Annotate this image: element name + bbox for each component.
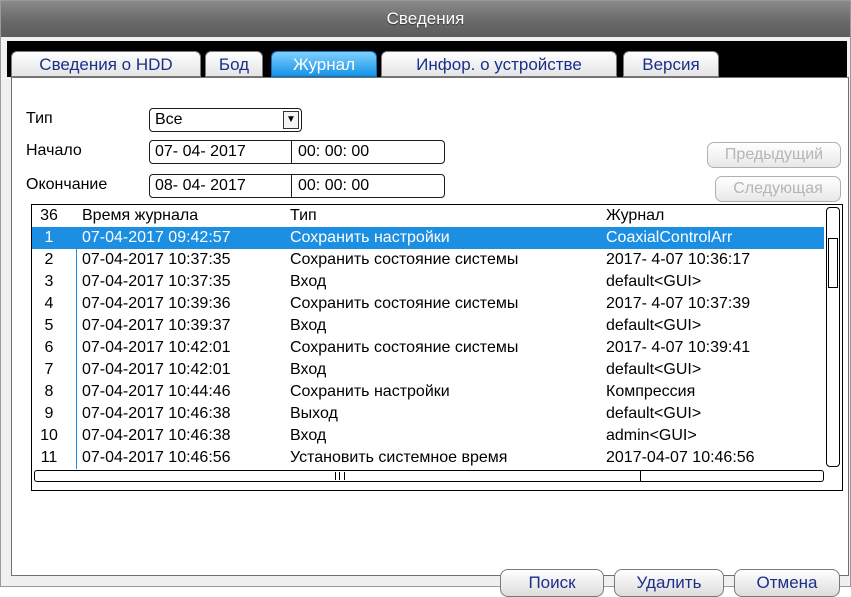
row-time: 07-04-2017 10:39:36 bbox=[82, 295, 231, 312]
type-label: Тип bbox=[26, 110, 53, 127]
end-datetime-field: 08- 04- 2017 00: 00: 00 bbox=[149, 174, 445, 198]
table-row[interactable]: 10 07-04-2017 10:46:38 Вход admin<GUI> bbox=[32, 425, 824, 447]
vertical-scrollbar[interactable] bbox=[826, 207, 840, 467]
row-log: 2017- 4-07 10:39:41 bbox=[606, 339, 751, 356]
field-divider bbox=[291, 175, 292, 197]
row-log: Компрессия bbox=[606, 383, 696, 400]
table-row[interactable]: 4 07-04-2017 10:39:36 Сохранить состояние … bbox=[32, 293, 824, 315]
row-type: Сохранить состояние системы bbox=[290, 339, 519, 356]
row-log: default<GUI> bbox=[606, 361, 702, 378]
start-date-input[interactable]: 07- 04- 2017 bbox=[155, 143, 246, 160]
row-time: 07-04-2017 09:42:57 bbox=[82, 229, 231, 246]
row-number: 9 bbox=[44, 405, 54, 422]
row-number: 1 bbox=[44, 229, 54, 246]
table-row[interactable]: 6 07-04-2017 10:42:01 Сохранить состояние … bbox=[32, 337, 824, 359]
search-button[interactable]: Поиск bbox=[500, 569, 604, 597]
row-log: CoaxialControlArr bbox=[606, 229, 733, 246]
previous-button[interactable]: Предыдущий bbox=[707, 142, 841, 168]
row-number: 11 bbox=[40, 449, 58, 466]
tab-device-info[interactable]: Инфор. о устройстве bbox=[381, 51, 617, 77]
row-number: 3 bbox=[44, 273, 54, 290]
table-row[interactable]: 11 07-04-2017 10:46:56 Установить системно… bbox=[32, 447, 824, 469]
row-log: 2017-04-07 10:46:56 bbox=[606, 449, 755, 466]
row-type: Сохранить состояние системы bbox=[290, 295, 519, 312]
field-divider bbox=[291, 141, 292, 163]
tab-log[interactable]: Журнал bbox=[271, 51, 377, 77]
table-row[interactable]: 8 07-04-2017 10:44:46 Сохранить настройки К… bbox=[32, 381, 824, 403]
row-time: 07-04-2017 10:46:38 bbox=[82, 405, 231, 422]
table-row[interactable]: 9 07-04-2017 10:46:38 Выход default<GUI> bbox=[32, 403, 824, 425]
log-table: 36 Время журнала Тип Журнал 1 07-04-2017 … bbox=[31, 204, 843, 491]
start-label: Начало bbox=[26, 142, 82, 159]
column-divider bbox=[76, 227, 77, 469]
row-number: 10 bbox=[40, 427, 58, 444]
row-type: Вход bbox=[290, 273, 327, 290]
row-type: Сохранить настройки bbox=[290, 383, 450, 400]
row-type: Установить системное время bbox=[290, 449, 508, 466]
row-type: Вход bbox=[290, 361, 327, 378]
row-number: 2 bbox=[44, 251, 54, 268]
row-number: 8 bbox=[44, 383, 54, 400]
tab-baud[interactable]: Бод bbox=[205, 51, 263, 77]
start-time-input[interactable]: 00: 00: 00 bbox=[298, 141, 369, 163]
table-row[interactable]: 2 07-04-2017 10:37:35 Сохранить состояние … bbox=[32, 249, 824, 271]
horizontal-scrollbar[interactable] bbox=[34, 470, 824, 482]
row-time: 07-04-2017 10:46:38 bbox=[82, 427, 231, 444]
row-log: default<GUI> bbox=[606, 405, 702, 422]
tab-hdd-info[interactable]: Сведения о HDD bbox=[11, 51, 201, 77]
row-number: 7 bbox=[44, 361, 54, 378]
row-number: 6 bbox=[44, 339, 54, 356]
column-header-type: Тип bbox=[290, 207, 317, 224]
tab-version[interactable]: Версия bbox=[623, 51, 719, 77]
row-number: 5 bbox=[44, 317, 54, 334]
tab-bar: Сведения о HDD Бод Журнал Инфор. о устро… bbox=[7, 41, 847, 77]
row-time: 07-04-2017 10:39:37 bbox=[82, 317, 231, 334]
type-select[interactable]: Все ▼ bbox=[149, 108, 302, 132]
row-log: default<GUI> bbox=[606, 317, 702, 334]
vertical-scroll-thumb[interactable] bbox=[828, 238, 838, 288]
row-log: 2017- 4-07 10:37:39 bbox=[606, 295, 751, 312]
next-button[interactable]: Следующая bbox=[715, 176, 841, 202]
cancel-button[interactable]: Отмена bbox=[734, 569, 840, 597]
table-row[interactable]: 3 07-04-2017 10:37:35 Вход default<GUI> bbox=[32, 271, 824, 293]
table-row[interactable]: 1 07-04-2017 09:42:57 Сохранить настройки C… bbox=[32, 227, 824, 249]
window-title: Сведения bbox=[1, 1, 850, 37]
log-panel: Тип Все ▼ Начало 07- 04- 2017 00: 00: 00… bbox=[11, 77, 849, 597]
row-time: 07-04-2017 10:42:01 bbox=[82, 339, 231, 356]
row-type: Вход bbox=[290, 317, 327, 334]
info-window: Сведения Сведения о HDD Бод Журнал Инфор… bbox=[0, 0, 851, 597]
table-header: 36 Время журнала Тип Журнал bbox=[32, 205, 824, 227]
column-header-time: Время журнала bbox=[82, 207, 199, 224]
row-log: admin<GUI> bbox=[606, 427, 697, 444]
row-time: 07-04-2017 10:37:35 bbox=[82, 273, 231, 290]
row-type: Выход bbox=[290, 405, 338, 422]
table-row[interactable]: 5 07-04-2017 10:39:37 Вход default<GUI> bbox=[32, 315, 824, 337]
end-date-input[interactable]: 08- 04- 2017 bbox=[155, 177, 246, 194]
row-type: Сохранить настройки bbox=[290, 229, 450, 246]
column-header-log: Журнал bbox=[606, 207, 665, 224]
chevron-down-icon[interactable]: ▼ bbox=[283, 111, 299, 129]
row-type: Вход bbox=[290, 427, 327, 444]
end-time-input[interactable]: 00: 00: 00 bbox=[298, 175, 369, 197]
row-time: 07-04-2017 10:46:56 bbox=[82, 449, 231, 466]
row-time: 07-04-2017 10:44:46 bbox=[82, 383, 231, 400]
row-number: 4 bbox=[44, 295, 54, 312]
record-count: 36 bbox=[40, 207, 58, 224]
row-log: 2017- 4-07 10:36:17 bbox=[606, 251, 751, 268]
table-row[interactable]: 7 07-04-2017 10:42:01 Вход default<GUI> bbox=[32, 359, 824, 381]
row-log: default<GUI> bbox=[606, 273, 702, 290]
start-datetime-field: 07- 04- 2017 00: 00: 00 bbox=[149, 140, 445, 164]
delete-button[interactable]: Удалить bbox=[614, 569, 724, 597]
end-label: Окончание bbox=[26, 176, 108, 193]
row-time: 07-04-2017 10:42:01 bbox=[82, 361, 231, 378]
scroll-grip-icon bbox=[335, 472, 345, 480]
row-time: 07-04-2017 10:37:35 bbox=[82, 251, 231, 268]
type-value: Все bbox=[155, 111, 183, 128]
row-type: Сохранить состояние системы bbox=[290, 251, 519, 268]
